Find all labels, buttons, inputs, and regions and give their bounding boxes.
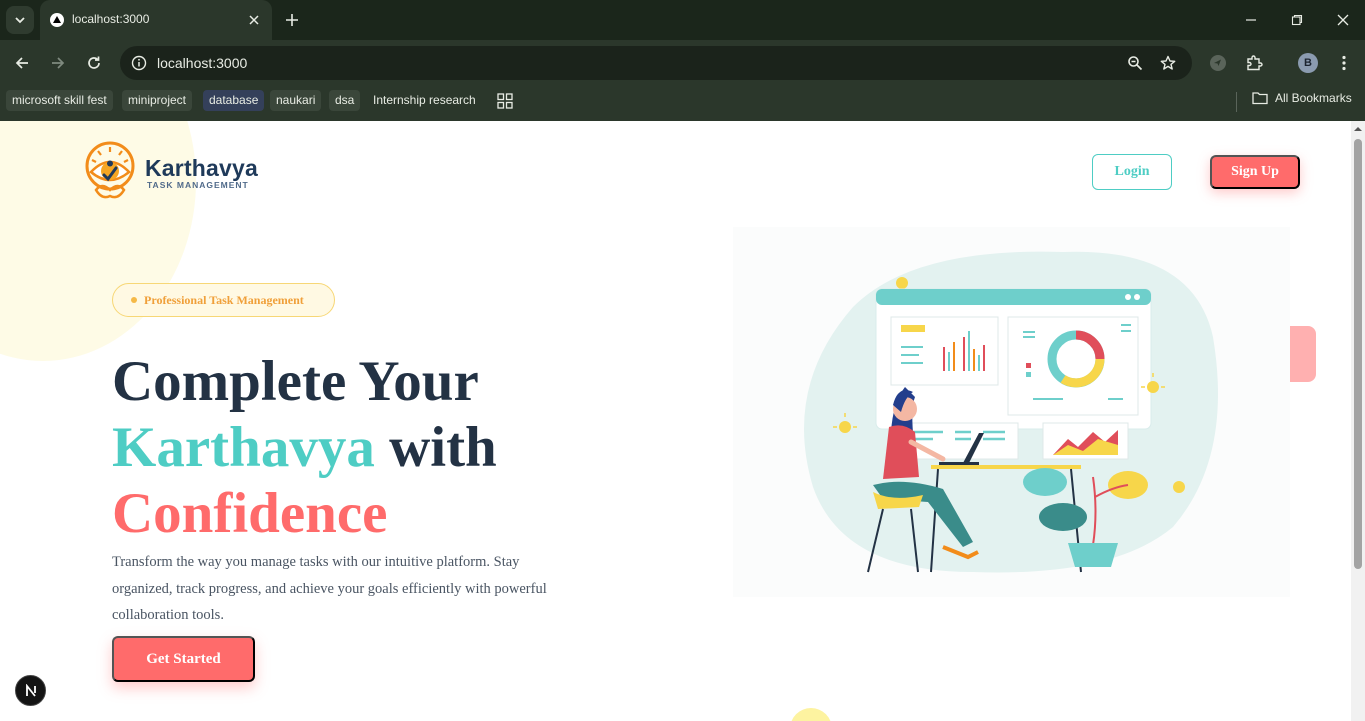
signup-button[interactable]: Sign Up: [1210, 155, 1300, 189]
nextjs-dev-indicator[interactable]: [15, 675, 46, 706]
bookmark-item[interactable]: database: [203, 90, 265, 111]
back-arrow-icon[interactable]: [10, 51, 34, 75]
get-started-button[interactable]: Get Started: [112, 636, 255, 682]
tab-title: localhost:3000: [72, 12, 150, 26]
bookmark-item[interactable]: miniproject: [122, 90, 193, 111]
chevron-down-icon: [15, 17, 25, 24]
reload-icon[interactable]: [82, 51, 106, 75]
carousel-edge-right: [1290, 326, 1316, 382]
headline-brand-word: Karthavya: [112, 416, 375, 479]
url-text[interactable]: localhost:3000: [157, 55, 247, 71]
brand-tagline: TASK MANAGEMENT: [147, 180, 249, 190]
bookmark-star-icon[interactable]: [1158, 53, 1178, 73]
hero-badge: Professional Task Management: [112, 283, 335, 317]
new-tab-plus-icon[interactable]: [282, 10, 302, 30]
nextjs-n-icon: [25, 683, 36, 697]
bookmarks-bar: microsoft skill fest miniproject databas…: [0, 86, 1365, 121]
minimize-icon[interactable]: [1241, 10, 1261, 30]
site-info-icon[interactable]: [130, 54, 148, 72]
badge-text: Professional Task Management: [144, 292, 304, 307]
triangle-favicon-icon: [50, 13, 64, 27]
restore-icon[interactable]: [1287, 10, 1307, 30]
kebab-menu-icon[interactable]: [1332, 51, 1356, 75]
hero-headline: Complete Your Karthavya with Confidence: [112, 349, 497, 547]
address-bar[interactable]: localhost:3000: [120, 46, 1192, 80]
profile-avatar[interactable]: B: [1298, 53, 1318, 73]
brand-name[interactable]: Karthavya: [145, 155, 258, 182]
browser-tab-strip: localhost:3000: [0, 0, 1365, 40]
zoom-icon[interactable]: [1125, 53, 1145, 73]
bookmark-item[interactable]: dsa: [329, 90, 361, 111]
browser-toolbar: localhost:3000 B: [0, 40, 1365, 86]
scroll-up-arrow-icon[interactable]: [1354, 125, 1362, 133]
extensions-puzzle-icon[interactable]: [1242, 51, 1266, 75]
headline-line1: Complete Your: [112, 350, 479, 413]
bookmark-item[interactable]: Internship research: [367, 90, 482, 111]
page-viewport: Karthavya TASK MANAGEMENT Login Sign Up …: [0, 121, 1351, 721]
dashboard-illustration: [733, 227, 1290, 597]
login-button[interactable]: Login: [1092, 154, 1172, 190]
page-scrollbar[interactable]: [1351, 121, 1365, 721]
tab-search-button[interactable]: [6, 6, 34, 34]
bookmark-item[interactable]: naukari: [270, 90, 322, 111]
extension-arrow-icon[interactable]: [1206, 51, 1230, 75]
decorative-dot: [790, 708, 832, 721]
badge-dot: [131, 297, 137, 303]
scrollbar-thumb[interactable]: [1354, 139, 1362, 569]
all-bookmarks-label: All Bookmarks: [1275, 91, 1352, 105]
all-bookmarks-button[interactable]: All Bookmarks: [1252, 91, 1352, 105]
bookmarks-divider: [1236, 92, 1237, 112]
headline-with: with: [389, 416, 497, 479]
apps-grid-icon[interactable]: [497, 93, 513, 109]
folder-icon: [1252, 92, 1268, 105]
hero-description: Transform the way you manage tasks with …: [112, 554, 547, 623]
browser-tab[interactable]: localhost:3000: [40, 0, 272, 40]
tab-close-icon[interactable]: [244, 10, 264, 30]
headline-confidence: Confidence: [112, 482, 388, 545]
karthavya-logo-icon[interactable]: [82, 140, 138, 204]
bookmark-item[interactable]: microsoft skill fest: [6, 90, 113, 111]
forward-arrow-icon[interactable]: [46, 51, 70, 75]
close-window-icon[interactable]: [1333, 10, 1353, 30]
